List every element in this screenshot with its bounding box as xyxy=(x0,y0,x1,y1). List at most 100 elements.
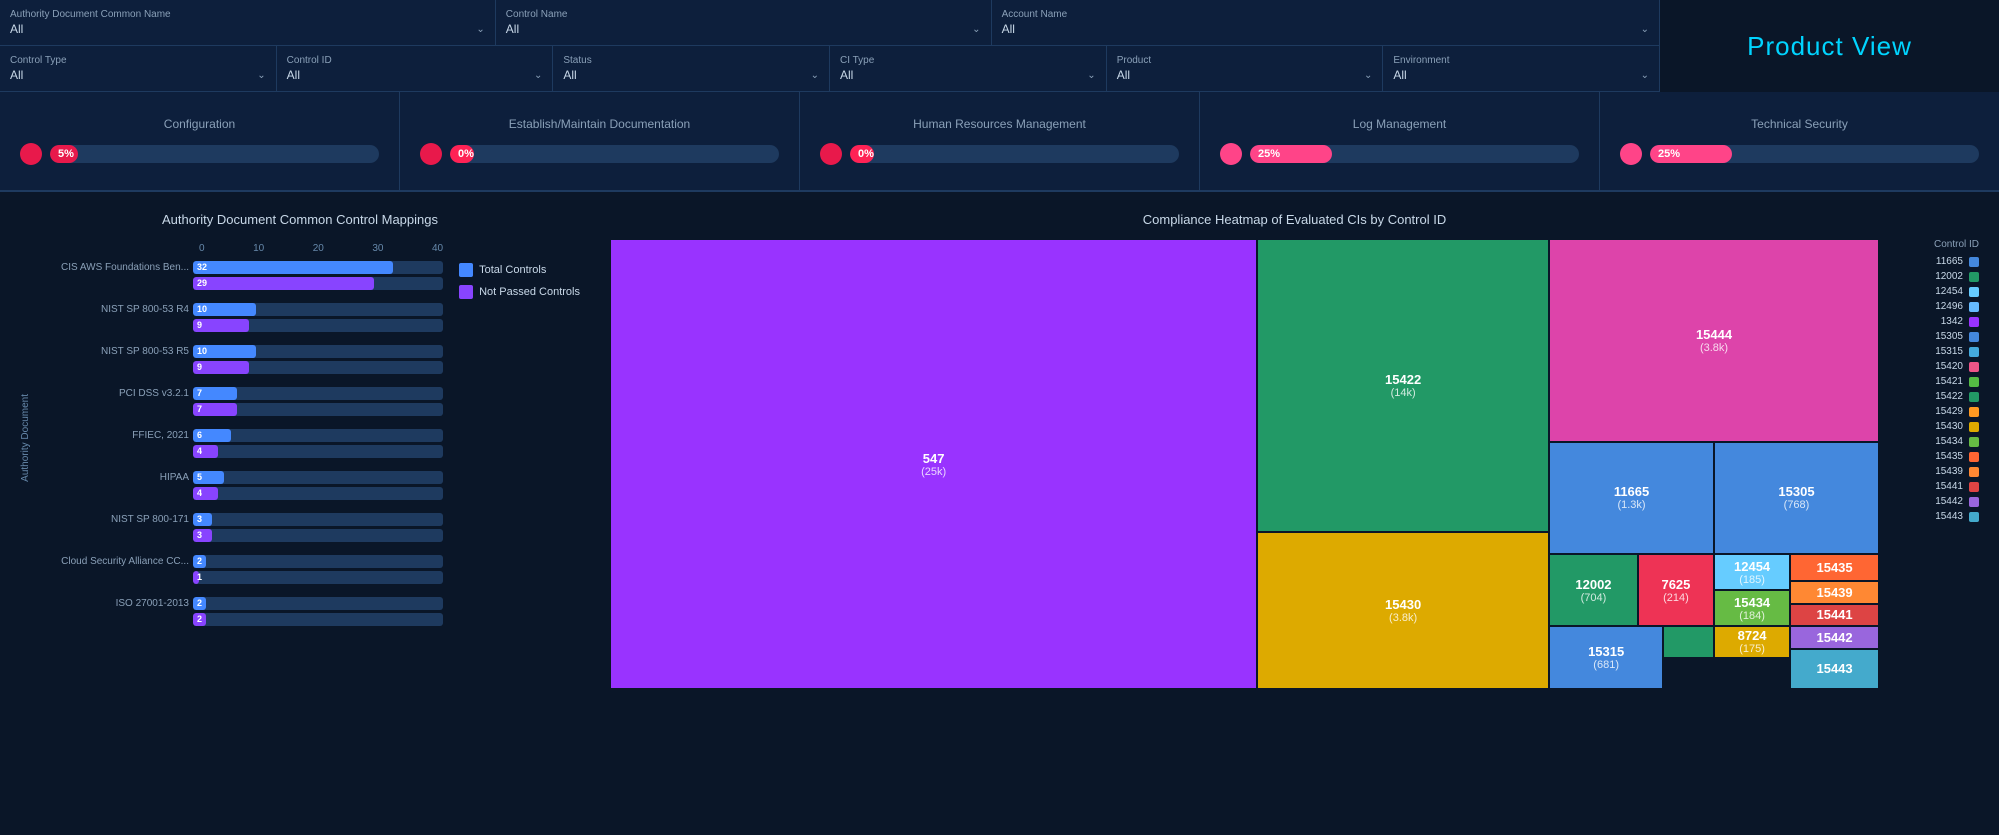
treemap-cell[interactable] xyxy=(1663,626,1714,658)
category-name-configuration: Configuration xyxy=(164,117,235,131)
control-id-text: 12002 xyxy=(1935,271,1963,282)
treemap-cell[interactable]: 11665 (1.3k) xyxy=(1549,442,1714,555)
filter-value-control-id: All xyxy=(287,68,300,82)
control-id-text: 15434 xyxy=(1935,436,1963,447)
bar-row-total: NIST SP 800-171 3 xyxy=(39,512,443,526)
treemap-cell[interactable]: 15315 (681) xyxy=(1549,626,1663,689)
treemap-cell[interactable]: 8724 (175) xyxy=(1714,626,1790,658)
progress-bar-fill-log: 25% xyxy=(1250,145,1332,163)
bar-row-failed: 29 xyxy=(39,276,443,290)
filter-authority-doc[interactable]: Authority Document Common Name All ⌄ xyxy=(0,0,496,45)
progress-dot-configuration xyxy=(20,143,42,165)
treemap-cell-sublabel: (185) xyxy=(1739,574,1765,586)
control-id-color-dot xyxy=(1969,452,1979,462)
control-id-legend-item: 15443 xyxy=(1889,511,1979,522)
control-id-color-dot xyxy=(1969,287,1979,297)
filter-control-type[interactable]: Control Type All ⌄ xyxy=(0,46,277,91)
bar-row-total: CIS AWS Foundations Ben... 32 xyxy=(39,260,443,274)
chevron-down-icon: ⌄ xyxy=(534,70,542,81)
treemap-cell[interactable]: 12454 (185) xyxy=(1714,554,1790,590)
progress-bar-bg-log: 25% xyxy=(1250,145,1579,163)
treemap-cell-label: 12454 xyxy=(1734,559,1770,574)
treemap-cell-label: 11665 xyxy=(1614,484,1649,499)
filter-environment[interactable]: Environment All ⌄ xyxy=(1383,46,1659,91)
filter-value-authority: All xyxy=(10,22,23,36)
filter-row-2: Control Type All ⌄ Control ID All ⌄ Stat… xyxy=(0,46,1659,92)
treemap-cell[interactable]: 15439 xyxy=(1790,581,1879,604)
filter-account-name[interactable]: Account Name All ⌄ xyxy=(992,0,1659,45)
control-id-text: 15441 xyxy=(1935,481,1963,492)
bar-label: PCI DSS v3.2.1 xyxy=(39,388,189,399)
treemap-container: 547 (25k) 15422 (14k) 15444 (3.8k) 15430… xyxy=(610,239,1879,689)
control-id-color-dot xyxy=(1969,497,1979,507)
treemap-cell[interactable]: 15430 (3.8k) xyxy=(1257,532,1549,690)
filter-control-name[interactable]: Control Name All ⌄ xyxy=(496,0,992,45)
control-id-text: 15421 xyxy=(1935,376,1963,387)
bar-pair: NIST SP 800-53 R4 10 9 xyxy=(39,302,443,332)
filter-status[interactable]: Status All ⌄ xyxy=(553,46,830,91)
control-id-legend-item: 15305 xyxy=(1889,331,1979,342)
control-id-color-dot xyxy=(1969,407,1979,417)
treemap-cell-label: 15439 xyxy=(1816,585,1852,600)
filter-value-control-name: All xyxy=(506,22,519,36)
bar-label: Cloud Security Alliance CC... xyxy=(39,556,189,567)
bar-label: HIPAA xyxy=(39,472,189,483)
treemap-cell-label: 15434 xyxy=(1734,595,1770,610)
top-section: Authority Document Common Name All ⌄ Con… xyxy=(0,0,1999,92)
bar-row-total: FFIEC, 2021 6 xyxy=(39,428,443,442)
control-id-legend-title: Control ID xyxy=(1889,239,1979,250)
treemap-cell[interactable]: 15435 xyxy=(1790,554,1879,581)
control-id-color-dot xyxy=(1969,272,1979,282)
control-id-legend-item: 1342 xyxy=(1889,316,1979,327)
treemap-cell[interactable]: 15444 (3.8k) xyxy=(1549,239,1879,442)
bar-label: NIST SP 800-53 R5 xyxy=(39,346,189,357)
treemap-cell[interactable]: 7625 (214) xyxy=(1638,554,1714,626)
treemap-cell[interactable]: 15441 xyxy=(1790,604,1879,627)
treemap-cell-label: 547 xyxy=(923,451,945,466)
control-id-legend-item: 15434 xyxy=(1889,436,1979,447)
progress-bar-bg-hr: 0% xyxy=(850,145,1179,163)
bar-row-failed: 9 xyxy=(39,360,443,374)
filter-label-control-name: Control Name xyxy=(506,9,981,20)
treemap-cell[interactable]: 15443 xyxy=(1790,649,1879,690)
filter-label-ci-type: CI Type xyxy=(840,55,1096,66)
treemap-cell-label: 12002 xyxy=(1575,577,1611,592)
filter-value-account: All xyxy=(1002,22,1015,36)
chevron-down-icon: ⌄ xyxy=(1641,24,1649,35)
control-id-legend-item: 15435 xyxy=(1889,451,1979,462)
filter-product[interactable]: Product All ⌄ xyxy=(1107,46,1384,91)
control-id-legend-item: 15315 xyxy=(1889,346,1979,357)
treemap-cell-label: 15315 xyxy=(1588,644,1624,659)
filter-value-product: All xyxy=(1117,68,1130,82)
filter-label-account: Account Name xyxy=(1002,9,1649,20)
filter-ci-type[interactable]: CI Type All ⌄ xyxy=(830,46,1107,91)
chevron-down-icon: ⌄ xyxy=(476,24,484,35)
chart-legend: Total Controls Not Passed Controls xyxy=(459,263,580,632)
treemap-cell-sublabel: (14k) xyxy=(1391,387,1416,399)
treemap-cell[interactable]: 12002 (704) xyxy=(1549,554,1638,626)
bar-pair: CIS AWS Foundations Ben... 32 29 xyxy=(39,260,443,290)
legend-total: Total Controls xyxy=(459,263,580,277)
treemap-cell[interactable]: 15434 (184) xyxy=(1714,590,1790,626)
progress-bar-bg-technical: 25% xyxy=(1650,145,1979,163)
treemap-cell[interactable]: 15305 (768) xyxy=(1714,442,1879,555)
treemap-cell[interactable]: 15442 xyxy=(1790,626,1879,649)
category-name-log: Log Management xyxy=(1353,117,1446,131)
control-id-color-dot xyxy=(1969,317,1979,327)
filter-control-id[interactable]: Control ID All ⌄ xyxy=(277,46,554,91)
category-technical: Technical Security 25% xyxy=(1600,92,1999,190)
legend-total-label: Total Controls xyxy=(479,264,546,276)
chevron-down-icon: ⌄ xyxy=(811,70,819,81)
bar-label: NIST SP 800-171 xyxy=(39,514,189,525)
progress-bar-fill-configuration: 5% xyxy=(50,145,78,163)
filter-label-control-type: Control Type xyxy=(10,55,266,66)
category-documentation: Establish/Maintain Documentation 0% xyxy=(400,92,800,190)
heatmap-panel: Compliance Heatmap of Evaluated CIs by C… xyxy=(610,212,1979,772)
control-id-legend: Control ID 11665 12002 12454 12496 1342 … xyxy=(1889,239,1979,772)
bar-row-failed: 1 xyxy=(39,570,443,584)
treemap-cell-label: 15442 xyxy=(1816,630,1852,645)
control-id-color-dot xyxy=(1969,347,1979,357)
treemap-cell[interactable]: 15422 (14k) xyxy=(1257,239,1549,532)
treemap-cell[interactable]: 547 (25k) xyxy=(610,239,1257,689)
chevron-down-icon: ⌄ xyxy=(257,70,265,81)
